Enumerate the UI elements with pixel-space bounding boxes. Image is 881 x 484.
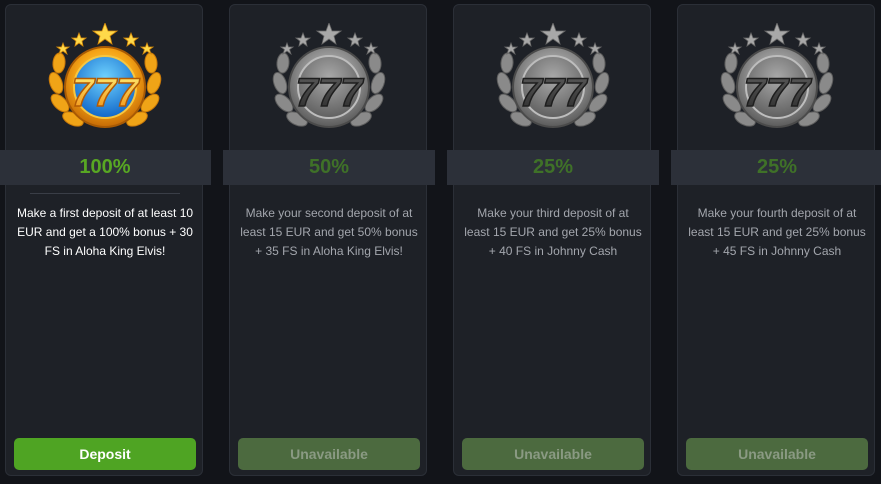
bonus-card-fourth-deposit: 777 25% Make your fourth deposit of at l…: [671, 4, 881, 476]
bonus-description: Make your third deposit of at least 15 E…: [464, 206, 642, 258]
bonus-description: Make your second deposit of at least 15 …: [240, 206, 418, 258]
bonus-percentage-banner: 50%: [223, 150, 435, 185]
gold-777-laurel-badge-icon: 777: [48, 23, 162, 128]
bonus-percentage: 100%: [79, 156, 131, 178]
unavailable-button[interactable]: Unavailable: [686, 438, 868, 470]
svg-text:777: 777: [520, 71, 588, 115]
bonus-card-second-deposit: 777 50% Make your second deposit of at l…: [223, 4, 435, 476]
bonus-percentage: 50%: [308, 156, 350, 178]
divider: [30, 193, 180, 194]
svg-text:777: 777: [72, 71, 140, 115]
unavailable-button[interactable]: Unavailable: [238, 438, 420, 470]
deposit-button[interactable]: Deposit: [14, 438, 196, 470]
svg-text:777: 777: [296, 71, 364, 115]
bonus-percentage-banner: 25%: [671, 150, 881, 185]
bonus-offers: 777 100% Make a first deposit of at leas…: [0, 0, 881, 484]
silver-777-laurel-badge-icon: 777: [720, 23, 834, 128]
svg-text:777: 777: [744, 71, 812, 115]
unavailable-button[interactable]: Unavailable: [462, 438, 644, 470]
silver-777-laurel-badge-icon: 777: [496, 23, 610, 128]
bonus-percentage: 25%: [756, 156, 798, 178]
bonus-card-third-deposit: 777 25% Make your third deposit of at le…: [447, 4, 659, 476]
bonus-percentage-banner: 100%: [0, 150, 211, 185]
bonus-percentage: 25%: [532, 156, 574, 178]
bonus-percentage-banner: 25%: [447, 150, 659, 185]
bonus-description: Make a first deposit of at least 10 EUR …: [16, 206, 194, 258]
silver-777-laurel-badge-icon: 777: [272, 23, 386, 128]
bonus-card-first-deposit: 777 100% Make a first deposit of at leas…: [0, 4, 211, 476]
bonus-description: Make your fourth deposit of at least 15 …: [688, 206, 866, 258]
